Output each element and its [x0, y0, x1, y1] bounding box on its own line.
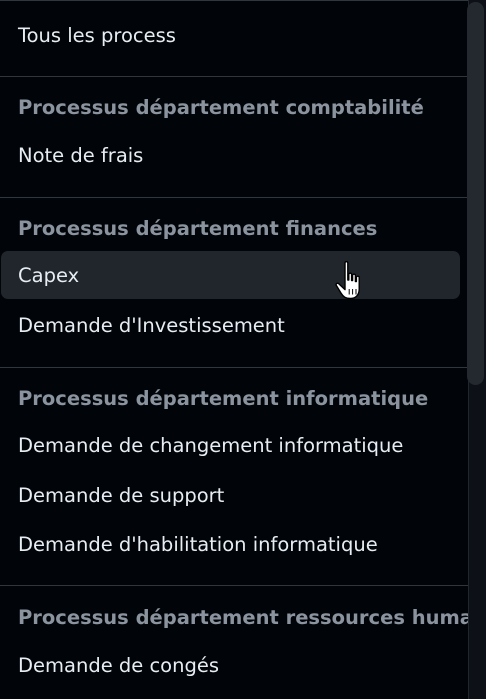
menu-item-demande-conges[interactable]: Demande de congés: [0, 641, 461, 689]
group-title-informatique: Processus département informatique: [18, 386, 429, 410]
menu-item-demande-investissement[interactable]: Demande d'Investissement: [0, 301, 461, 349]
pointer-hand-icon: [335, 261, 360, 300]
process-menu: Tous les process Processus département c…: [0, 0, 468, 699]
menu-item-label: Demande de congés: [18, 653, 220, 677]
menu-item-label: Tous les process: [18, 23, 176, 47]
divider: [0, 585, 468, 586]
group-title-ressources-humaines: Processus département ressources humaine…: [18, 605, 468, 629]
menu-item-label: Demande d'habilitation informatique: [18, 532, 378, 556]
group-title-finances: Processus département finances: [18, 216, 378, 240]
menu-item-label: Demande d'Investissement: [18, 313, 285, 337]
menu-item-demande-support[interactable]: Demande de support: [0, 471, 461, 519]
menu-item-note-de-frais[interactable]: Note de frais: [0, 131, 461, 179]
divider: [0, 197, 468, 198]
menu-item-label: Demande de changement informatique: [18, 433, 404, 457]
menu-item-all-processes[interactable]: Tous les process: [0, 11, 461, 59]
menu-item-label: Note de frais: [18, 143, 144, 167]
scrollbar-thumb[interactable]: [467, 2, 484, 385]
group-title-comptabilite: Processus département comptabilité: [18, 95, 424, 119]
divider: [0, 367, 468, 368]
menu-item-label: Demande de support: [18, 483, 225, 507]
menu-item-changement-informatique[interactable]: Demande de changement informatique: [0, 421, 461, 469]
menu-item-capex[interactable]: Capex: [1, 251, 460, 299]
menu-item-label: Capex: [18, 263, 80, 287]
divider: [0, 76, 468, 77]
menu-item-habilitation-informatique[interactable]: Demande d'habilitation informatique: [0, 520, 461, 568]
